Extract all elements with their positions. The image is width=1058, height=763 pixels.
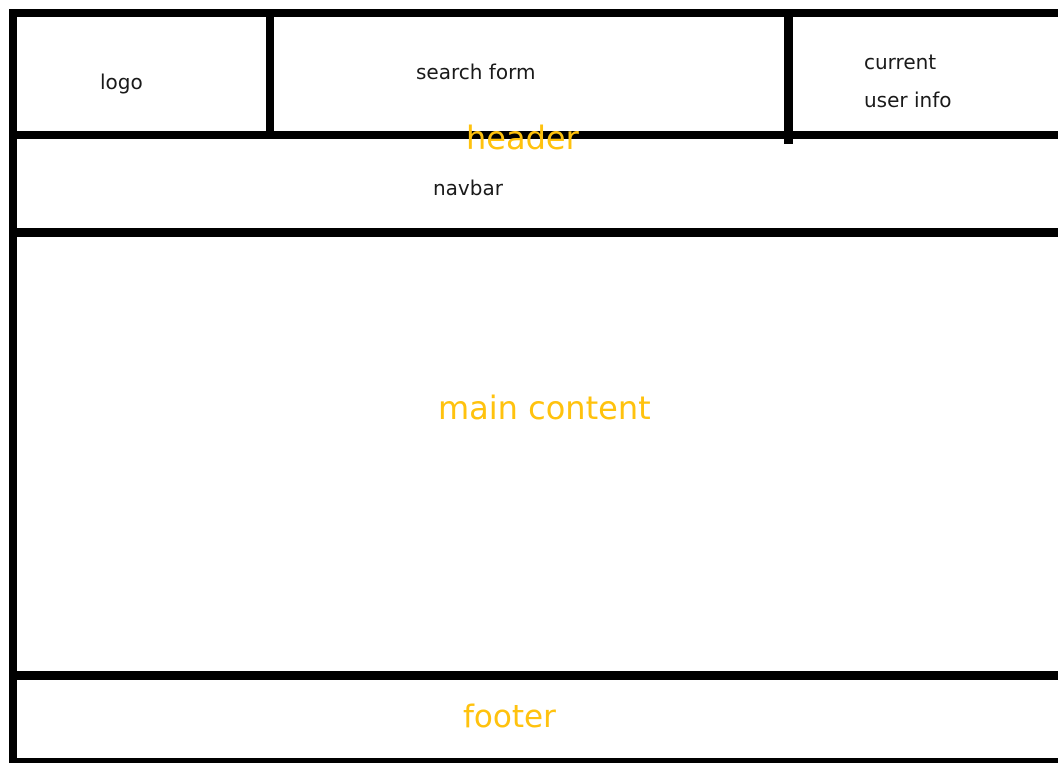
- navbar-bottom-divider: [9, 228, 1058, 237]
- page-layout-wireframe: logo search form current user info heade…: [0, 0, 1058, 763]
- logo-label: logo: [100, 70, 143, 94]
- main-content-bottom-divider: [9, 671, 1058, 680]
- footer-section-label: footer: [463, 699, 556, 735]
- navbar-label: navbar: [433, 176, 503, 200]
- current-user-info-label-line1: current: [864, 50, 937, 74]
- current-user-info-label-line2: user info: [864, 88, 952, 112]
- search-form-label: search form: [416, 60, 536, 84]
- main-content-section-label: main content: [438, 389, 651, 427]
- outer-frame-top-line: [9, 9, 1058, 17]
- outer-frame-left-line: [9, 9, 17, 763]
- logo-search-divider: [266, 9, 274, 136]
- search-user-divider: [784, 9, 793, 144]
- header-section-label: header: [466, 119, 579, 157]
- outer-frame-bottom-line: [9, 758, 1058, 763]
